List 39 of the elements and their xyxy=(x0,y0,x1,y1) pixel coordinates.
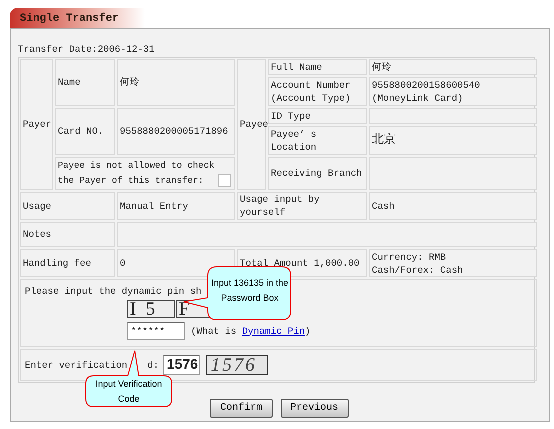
table-cell: Cash xyxy=(369,192,537,220)
verification-field[interactable]: 1576 xyxy=(163,355,200,375)
table-cell: Full Name xyxy=(268,59,367,75)
pin-challenge-cell: I 5 xyxy=(127,300,175,318)
table-cell: Handling fee xyxy=(20,249,115,277)
table-cell: ID Type xyxy=(268,108,367,124)
callout-text: Input Verification Code xyxy=(94,378,164,406)
table-cell: Receiving Branch xyxy=(268,157,367,190)
notice-text: Payee is not allowed to check the Payer of this transfer: xyxy=(58,160,216,188)
table-cell: 何玲 xyxy=(369,59,537,75)
table-cell: 北京 xyxy=(369,126,537,155)
table-cell: 9558880200005171896 xyxy=(117,108,235,155)
table-cell: 9558800200158600540 (MoneyLink Card) xyxy=(369,77,537,106)
table-cell: Name xyxy=(55,59,115,106)
previous-button[interactable]: Previous xyxy=(280,399,349,418)
table-cell: 何玲 xyxy=(117,59,235,106)
verification-label: d: xyxy=(148,360,160,370)
table-cell: 0 xyxy=(117,249,235,277)
table-cell: Payee’ s Location xyxy=(268,126,367,155)
pin-prompt: Please input the dynamic pin sh xyxy=(25,286,203,297)
table-cell: Notes xyxy=(20,222,115,247)
dynamic-pin-link[interactable]: Dynamic Pin xyxy=(242,326,306,336)
help-text: (What is Dynamic Pin) xyxy=(191,326,311,336)
transfer-date: Transfer Date:2006-12-31 xyxy=(18,43,156,57)
table-cell: Payer xyxy=(20,59,53,190)
currency-text: Currency: RMB xyxy=(372,251,448,264)
verification-label: Enter verification xyxy=(25,360,128,370)
currency-text: Cash/Forex: Cash xyxy=(372,264,464,277)
table-cell: Account Number (Account Type) xyxy=(268,77,367,106)
confirm-button[interactable]: Confirm xyxy=(210,399,272,418)
password-field[interactable]: ****** xyxy=(127,322,185,340)
table-cell: Card NO. xyxy=(55,108,115,155)
title-text: Single Transfer xyxy=(20,13,120,27)
table-cell: Manual Entry xyxy=(117,192,235,220)
captcha-image: 1576 xyxy=(206,355,268,375)
checkbox[interactable] xyxy=(218,174,231,187)
table-cell: Payee xyxy=(237,59,266,190)
table-cell: Usage xyxy=(20,192,115,220)
table-cell: Usage input by yourself xyxy=(237,192,367,220)
